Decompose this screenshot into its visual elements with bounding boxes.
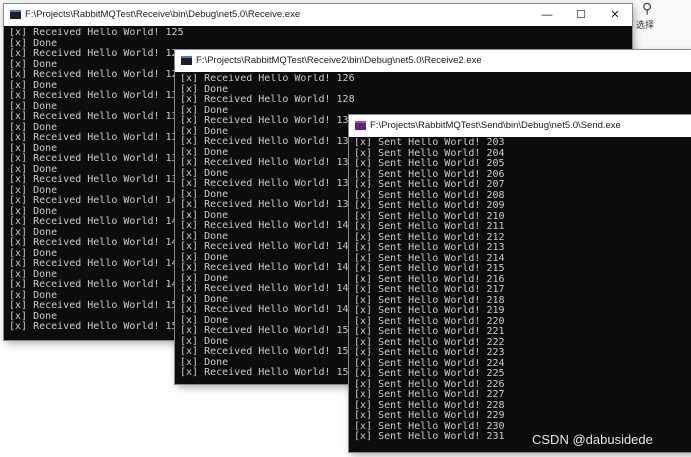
receive-window-title: F:\Projects\RabbitMQTest\Receive\bin\Deb… — [25, 9, 301, 20]
console-line: [x] Sent Hello World! 217 — [354, 284, 505, 295]
visual-studio-debug-icon — [355, 121, 366, 130]
send-console-window[interactable]: F:\Projects\RabbitMQTest\Send\bin\Debug\… — [349, 115, 691, 452]
console-line: [x] Sent Hello World! 203 — [354, 138, 505, 148]
console-icon — [181, 56, 192, 65]
console-line: [x] Sent Hello World! 219 — [354, 305, 505, 316]
send-window-title: F:\Projects\RabbitMQTest\Send\bin\Debug\… — [370, 120, 621, 131]
console-line: [x] Sent Hello World! 227 — [354, 389, 505, 400]
maximize-button[interactable]: ☐ — [564, 4, 598, 26]
console-line: [x] Sent Hello World! 223 — [354, 347, 505, 358]
ribbon-select-label[interactable]: 选择 — [636, 18, 654, 31]
send-console-output: [x] Sent Hello World! 203 [x] Sent Hello … — [354, 138, 691, 452]
console-line: [x] Received Hello World! 126 — [180, 74, 355, 84]
search-icon[interactable]: ⚲ — [642, 0, 652, 17]
minimize-button[interactable]: — — [530, 4, 564, 26]
console-line: [x] Sent Hello World! 229 — [354, 410, 505, 421]
send-window-titlebar[interactable]: F:\Projects\RabbitMQTest\Send\bin\Debug\… — [349, 115, 691, 137]
console-line: [x] Sent Hello World! 225 — [354, 368, 505, 379]
console-line: [x] Sent Hello World! 207 — [354, 179, 505, 190]
receive2-window-title: F:\Projects\RabbitMQTest\Receive2\bin\De… — [196, 55, 482, 66]
console-line: [x] Sent Hello World! 209 — [354, 200, 505, 211]
console-line: [x] Received Hello World! 128 — [180, 94, 355, 105]
console-icon — [10, 10, 21, 19]
console-line: [x] Received Hello World! 125 — [9, 28, 184, 38]
console-line: [x] Sent Hello World! 205 — [354, 158, 505, 169]
receive2-window-titlebar[interactable]: F:\Projects\RabbitMQTest\Receive2\bin\De… — [175, 50, 691, 72]
receive-window-titlebar[interactable]: F:\Projects\RabbitMQTest\Receive\bin\Deb… — [4, 4, 632, 26]
close-button[interactable]: ✕ — [598, 4, 632, 26]
console-line: [x] Sent Hello World! 213 — [354, 242, 505, 253]
console-line: [x] Sent Hello World! 221 — [354, 326, 505, 337]
window-controls: — ☐ ✕ — [530, 4, 632, 26]
console-line: [x] Sent Hello World! 211 — [354, 221, 505, 232]
csdn-watermark: CSDN @dabusidede — [532, 432, 653, 447]
console-line: [x] Sent Hello World! 215 — [354, 263, 505, 274]
